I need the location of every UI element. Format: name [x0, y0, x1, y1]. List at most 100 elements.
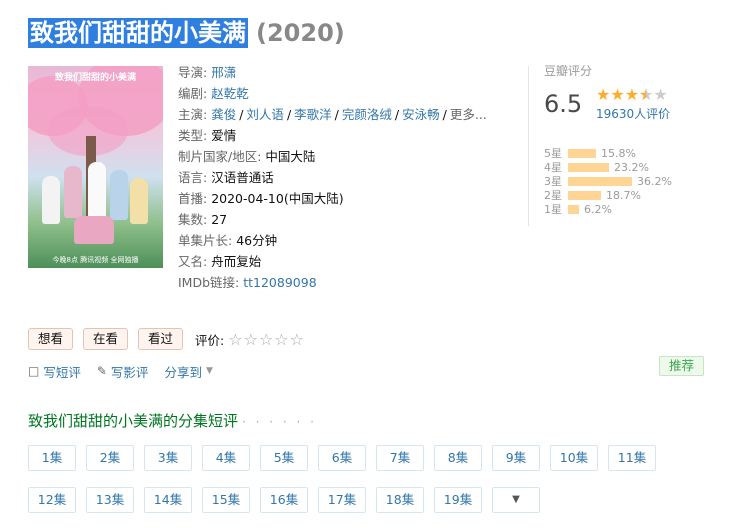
episode-button[interactable]: 14集 [144, 487, 192, 513]
episode-button[interactable]: 2集 [86, 445, 134, 471]
rating-dist-row: 1星 6.2% [544, 202, 734, 217]
share-label[interactable]: 分享到 [164, 362, 202, 381]
rating-score: 6.5 [544, 90, 583, 118]
episode-button[interactable]: 16集 [260, 487, 308, 513]
info-episodes: 集数: 27 [178, 209, 508, 230]
info-label: IMDb链接: [178, 275, 244, 290]
info-imdb: IMDb链接: tt12089098 [178, 272, 508, 293]
poster-figure [110, 170, 128, 220]
info-language: 语言: 汉语普通话 [178, 167, 508, 188]
episode-button[interactable]: 17集 [318, 487, 366, 513]
genre-value: 爱情 [211, 128, 237, 143]
cast-more-link[interactable]: 更多... [450, 107, 487, 122]
cast-link[interactable]: 李歌洋 [294, 107, 332, 122]
episode-button[interactable]: 6集 [318, 445, 366, 471]
rating-panel: 豆瓣评分 6.5 ★★★★ ★ ★ 19630人评价 5星 15.8% 4星 23.2% 3… [544, 62, 734, 216]
episode-button[interactable]: 9集 [492, 445, 540, 471]
episode-expand-button[interactable]: ▼ [492, 487, 540, 513]
rating-dist-bar [568, 204, 579, 214]
watched-button[interactable]: 看过 [138, 328, 184, 350]
episode-button[interactable]: 13集 [86, 487, 134, 513]
episodes-section-title: 致我们甜甜的小美满的分集短评 · · · · · · [28, 410, 317, 431]
poster-image[interactable]: 致我们甜甜的小美满 今晚8点 腾讯视频 全网独播 [28, 66, 163, 268]
episode-button[interactable]: 11集 [608, 445, 656, 471]
episode-button[interactable]: 8集 [434, 445, 482, 471]
poster-figure [88, 162, 106, 218]
episodes-title: 致我们甜甜的小美满的分集短评 [28, 412, 239, 430]
star-full-icon: ★ [610, 84, 625, 104]
cast-link[interactable]: 刘人语 [246, 107, 284, 122]
info-aka: 又名: 舟而复始 [178, 251, 508, 272]
episode-button[interactable]: 5集 [260, 445, 308, 471]
rating-dist-bar [568, 176, 632, 186]
recommend-button[interactable]: 推荐 [659, 356, 705, 376]
movie-info: 导演: 邢潇 编剧: 赵乾乾 主演: 龚俊 / 刘人语 / 李歌洋 / 完颜洛绒 / 安泳畅 / 更… [178, 62, 508, 293]
episode-button[interactable]: 18集 [376, 487, 424, 513]
poster-figure [42, 176, 60, 224]
episodes-value: 27 [211, 212, 228, 227]
episode-button[interactable]: 19集 [434, 487, 482, 513]
cast-link[interactable]: 安泳畅 [402, 107, 440, 122]
episode-button[interactable]: 12集 [28, 487, 76, 513]
rating-stars-icon: ★★★★ ★ ★ [596, 84, 670, 104]
poster-figure [130, 178, 148, 224]
chevron-down-icon: ▼ [512, 494, 520, 505]
cast-link[interactable]: 龚俊 [211, 107, 236, 122]
country-value: 中国大陆 [265, 149, 316, 164]
rating-distribution: 5星 15.8% 4星 23.2% 3星 36.2% 2星 18.7% 1星 6.2% [544, 146, 734, 217]
info-label: 又名: [178, 254, 212, 269]
write-short-review-label[interactable]: 写短评 [43, 362, 81, 381]
info-label: 语言: [178, 170, 212, 185]
director-link[interactable]: 邢潇 [211, 65, 236, 80]
episode-button[interactable]: 10集 [550, 445, 598, 471]
rating-dist-row: 3星 36.2% [544, 174, 734, 189]
info-label: 首播: [178, 191, 212, 206]
write-short-review[interactable]: □ 写短评 [28, 362, 81, 381]
episode-button[interactable]: 1集 [28, 445, 76, 471]
info-genre: 类型: 爱情 [178, 125, 508, 146]
poster-figure [64, 166, 82, 218]
info-label: 制片国家/地区: [178, 149, 266, 164]
info-label: 导演: [178, 65, 212, 80]
info-label: 类型: [178, 128, 212, 143]
rating-dist-percent: 18.7% [606, 188, 641, 202]
rating-label: 豆瓣评分 [544, 64, 593, 78]
page-title: 致我们甜甜的小美满 [28, 18, 248, 48]
info-label: 编剧: [178, 86, 212, 101]
episode-button[interactable]: 15集 [202, 487, 250, 513]
info-label: 主演: [178, 107, 212, 122]
imdb-link[interactable]: tt12089098 [243, 275, 316, 290]
premiere-value: 2020-04-10(中国大陆) [211, 191, 344, 206]
star-full-icon: ★ [624, 84, 640, 104]
writer-link[interactable]: 赵乾乾 [211, 86, 249, 101]
episode-button[interactable]: 7集 [376, 445, 424, 471]
duration-value: 46分钟 [236, 233, 278, 248]
rate-stars-icon[interactable]: ☆☆☆☆☆ [228, 330, 305, 349]
cast-link[interactable]: 完颜洛绒 [342, 107, 392, 122]
page-title-row: 致我们甜甜的小美满 (2020) [28, 16, 345, 50]
rating-dist-percent: 15.8% [601, 146, 636, 160]
share-menu[interactable]: 分享到 ▼ [164, 362, 212, 381]
episode-button[interactable]: 4集 [202, 445, 250, 471]
watching-button[interactable]: 在看 [83, 328, 129, 350]
info-country: 制片国家/地区: 中国大陆 [178, 146, 508, 167]
episode-button[interactable]: 3集 [144, 445, 192, 471]
rating-dist-bar [568, 162, 609, 172]
want-to-watch-button[interactable]: 想看 [28, 328, 74, 350]
chevron-down-icon: ▼ [205, 366, 213, 376]
language-value: 汉语普通话 [211, 170, 274, 185]
rate-label: 评价: [195, 332, 225, 348]
action-bar: 想看 在看 看过 评价: ☆☆☆☆☆ [28, 328, 305, 350]
rating-people-link[interactable]: 19630人评价 [596, 105, 670, 122]
rating-dist-row: 2星 18.7% [544, 188, 734, 203]
write-review-label[interactable]: 写影评 [111, 362, 149, 381]
info-director: 导演: 邢潇 [178, 62, 508, 83]
star-half-icon: ★ ★ [639, 84, 654, 104]
info-premiere: 首播: 2020-04-10(中国大陆) [178, 188, 508, 209]
rating-dist-level: 1星 [544, 203, 562, 216]
star-empty-icon: ★ [653, 84, 668, 104]
rating-dist-bar [568, 148, 596, 158]
info-duration: 单集片长: 46分钟 [178, 230, 508, 251]
poster-footer: 今晚8点 腾讯视频 全网独播 [52, 256, 139, 264]
write-review[interactable]: ✎ 写影评 [97, 362, 149, 381]
